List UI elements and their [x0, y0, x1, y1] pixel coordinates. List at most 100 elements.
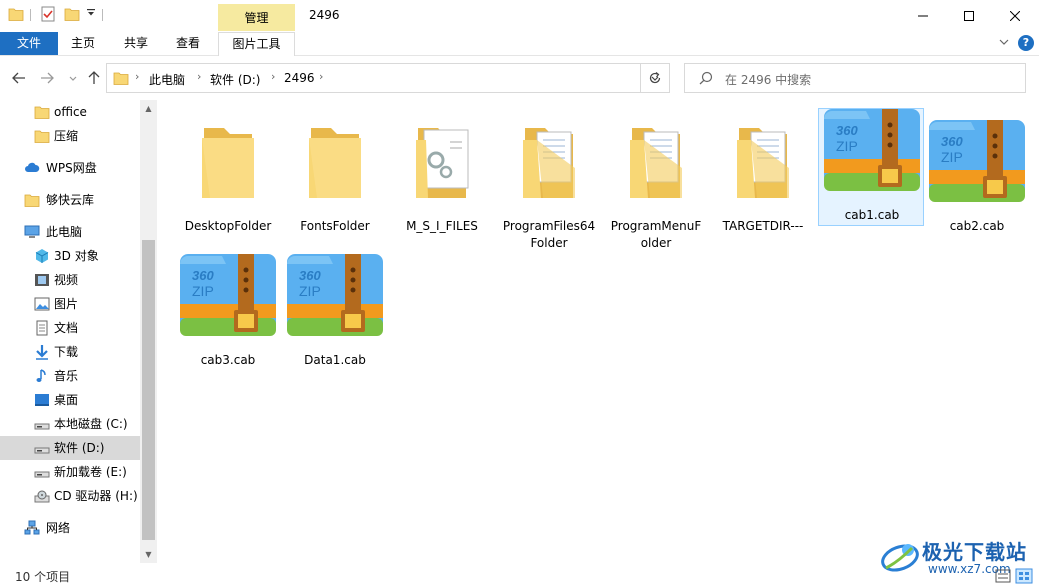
svg-text:360: 360	[299, 268, 321, 283]
folder-item[interactable]: FontsFolder	[282, 112, 388, 242]
maximize-button[interactable]	[946, 0, 992, 31]
view-toggle-icons[interactable]	[994, 568, 1034, 584]
sidebar-item-2[interactable]: WPS网盘	[0, 156, 140, 180]
title-bar: 管理 2496	[0, 0, 1039, 32]
sidebar-item-4[interactable]: 此电脑	[0, 220, 140, 244]
cube-icon	[35, 249, 49, 263]
search-input[interactable]: 在 2496 中搜索	[684, 63, 1026, 93]
folder-icon	[513, 118, 585, 204]
sidebar-item-label: 文档	[54, 321, 79, 335]
sidebar-item-label: 音乐	[54, 369, 79, 383]
address-bar[interactable]: › 此电脑 › 软件 (D:) › 2496 ›	[106, 63, 670, 93]
sidebar-item-9[interactable]: 下载	[0, 340, 140, 364]
sidebar-item-15[interactable]: CD 驱动器 (H:)	[0, 484, 140, 508]
folder-icon[interactable]	[8, 6, 24, 22]
arrow-right-icon	[41, 72, 54, 84]
folder-item[interactable]: M_S_I_FILES	[389, 112, 495, 242]
sidebar-item-label: 下载	[54, 345, 79, 359]
expand-ribbon-icon[interactable]	[998, 36, 1010, 48]
help-button[interactable]: ?	[1018, 35, 1034, 51]
minimize-button[interactable]	[900, 0, 946, 31]
sidebar-item-1[interactable]: 压缩	[0, 124, 140, 148]
sidebar-item-6[interactable]: 视频	[0, 268, 140, 292]
minimize-icon	[918, 15, 928, 16]
file-list: DesktopFolder FontsFolder M_S_I_FILES Progr…	[158, 100, 1039, 563]
file-name: Data1.cab	[304, 353, 366, 367]
zip-file-item[interactable]: 360 ZIP Data1.cab	[282, 246, 388, 376]
sidebar-item-13[interactable]: 软件 (D:)	[0, 436, 140, 460]
folder-icon	[192, 118, 264, 204]
folder-item[interactable]: TARGETDIR---	[710, 112, 816, 242]
breadcrumb-separator[interactable]: ›	[319, 70, 323, 83]
arrow-left-icon	[12, 72, 25, 84]
back-button[interactable]	[8, 67, 30, 89]
sidebar-item-label: 压缩	[54, 129, 79, 143]
sidebar-scrollbar[interactable]: ▲ ▼	[140, 100, 157, 563]
tab-share[interactable]: 共享	[115, 32, 157, 55]
computer-icon	[24, 225, 40, 238]
sidebar-item-label: 软件 (D:)	[54, 441, 105, 455]
sidebar-item-12[interactable]: 本地磁盘 (C:)	[0, 412, 140, 436]
drive-icon	[34, 423, 50, 430]
close-button[interactable]	[992, 0, 1038, 31]
sidebar-item-label: WPS网盘	[46, 161, 97, 175]
manage-context-tab[interactable]: 管理	[218, 4, 295, 32]
svg-text:360: 360	[192, 268, 214, 283]
up-button[interactable]	[83, 67, 105, 89]
tab-picture-tools[interactable]: 图片工具	[218, 32, 295, 56]
scrollbar-thumb[interactable]	[142, 240, 155, 540]
breadcrumb-separator[interactable]: ›	[271, 70, 275, 83]
zip-file-item[interactable]: 360 ZIP cab1.cab	[818, 108, 924, 226]
svg-text:ZIP: ZIP	[192, 283, 214, 299]
sidebar-item-8[interactable]: 文档	[0, 316, 140, 340]
breadcrumb-drive-d[interactable]: 软件 (D:)	[210, 71, 260, 88]
breadcrumb-this-pc[interactable]: 此电脑	[149, 71, 185, 88]
scroll-down-button[interactable]: ▼	[140, 546, 157, 563]
new-folder-icon[interactable]	[64, 6, 80, 22]
folder-item[interactable]: DesktopFolder	[175, 112, 281, 242]
sidebar-item-label: 本地磁盘 (C:)	[54, 417, 128, 431]
navigation-pane: office 压缩 WPS网盘够快云库此电脑 3D 对象 视频图片文档下载音乐桌面本地磁…	[0, 100, 158, 563]
drive-icon	[34, 447, 50, 454]
file-name: cab1.cab	[844, 208, 900, 222]
zip-archive-icon: 360 ZIP	[287, 252, 383, 338]
zip-archive-icon: 360 ZIP	[824, 107, 920, 193]
download-icon	[36, 345, 48, 360]
sidebar-item-10[interactable]: 音乐	[0, 364, 140, 388]
tab-file[interactable]: 文件	[0, 32, 58, 55]
file-name: ProgramMenuF older	[610, 219, 702, 250]
svg-text:360: 360	[836, 123, 858, 138]
sidebar-item-label: 图片	[54, 297, 79, 311]
recent-locations-button[interactable]	[62, 67, 84, 89]
customize-dropdown-icon[interactable]	[86, 8, 96, 18]
sidebar-item-11[interactable]: 桌面	[0, 388, 140, 412]
breadcrumb-separator[interactable]: ›	[197, 70, 201, 83]
zip-file-item[interactable]: 360 ZIP cab2.cab	[924, 112, 1030, 242]
tab-home[interactable]: 主页	[62, 32, 104, 55]
breadcrumb-2496[interactable]: 2496	[284, 71, 315, 85]
sidebar-item-label: CD 驱动器 (H:)	[54, 489, 138, 503]
sidebar-item-5[interactable]: 3D 对象	[0, 244, 140, 268]
refresh-button[interactable]	[640, 63, 670, 93]
forward-button[interactable]	[36, 67, 58, 89]
sidebar-item-14[interactable]: 新加载卷 (E:)	[0, 460, 140, 484]
breadcrumb-separator[interactable]: ›	[135, 70, 139, 83]
sidebar-item-0[interactable]: office	[0, 100, 140, 124]
desktop-icon	[35, 394, 49, 406]
sidebar-item-16[interactable]: 网络	[0, 516, 140, 540]
properties-icon[interactable]	[40, 6, 56, 22]
tab-view[interactable]: 查看	[167, 32, 209, 55]
search-placeholder: 在 2496 中搜索	[725, 73, 812, 87]
ribbon-tabs: 文件 主页 共享 查看 图片工具 ?	[0, 31, 1039, 56]
folder-item[interactable]: ProgramMenuF older	[603, 112, 709, 250]
folder-item[interactable]: ProgramFiles64 Folder	[496, 112, 602, 250]
sidebar-item-3[interactable]: 够快云库	[0, 188, 140, 212]
file-name: M_S_I_FILES	[406, 219, 478, 233]
search-icon	[699, 71, 713, 85]
svg-text:360: 360	[941, 134, 963, 149]
scroll-up-button[interactable]: ▲	[140, 100, 157, 117]
maximize-icon	[964, 10, 974, 21]
zip-file-item[interactable]: 360 ZIP cab3.cab	[175, 246, 281, 376]
sidebar-item-label: 新加载卷 (E:)	[54, 465, 127, 479]
sidebar-item-7[interactable]: 图片	[0, 292, 140, 316]
